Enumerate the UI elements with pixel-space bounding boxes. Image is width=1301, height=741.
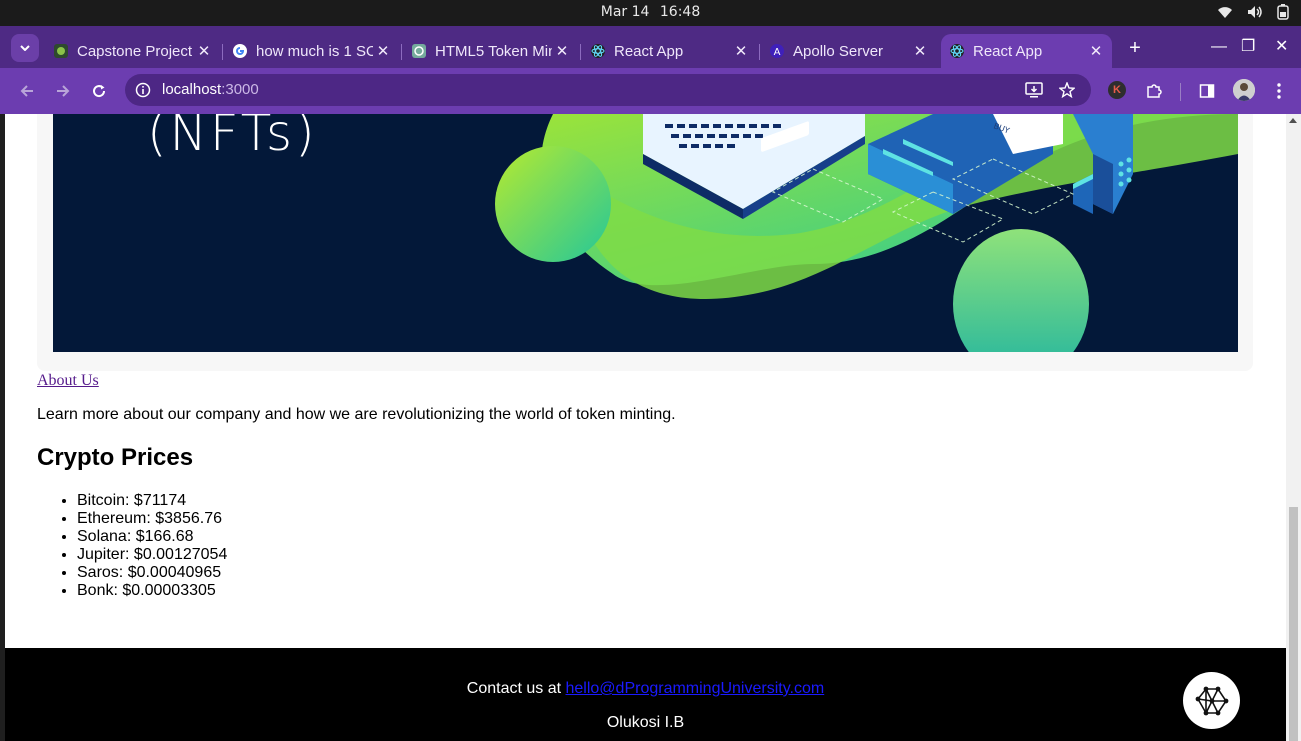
price-item-saros: Saros: $0.00040965: [77, 564, 227, 582]
tab-react-app[interactable]: React App ✕: [582, 34, 757, 68]
footer-contact-prefix: Contact us at: [466, 680, 566, 697]
back-button[interactable]: [16, 80, 38, 102]
price-item-solana: Solana: $166.68: [77, 528, 227, 546]
side-panel-icon: [1199, 84, 1215, 98]
tab-apollo-server[interactable]: A Apollo Server ✕: [761, 34, 936, 68]
tab-title: Capstone Project: [77, 42, 193, 60]
forward-button[interactable]: [52, 80, 74, 102]
os-top-bar: Mar 14 16:48: [0, 0, 1301, 26]
battery-icon: [1277, 4, 1289, 20]
side-panel-button[interactable]: [1196, 80, 1218, 102]
react-icon: [590, 43, 606, 59]
extensions-button[interactable]: [1143, 80, 1165, 102]
page-scrollbar[interactable]: [1286, 114, 1301, 741]
footer-email-link[interactable]: hello@dProgrammingUniversity.com: [566, 680, 825, 697]
browser-menu-button[interactable]: [1268, 80, 1290, 102]
crypto-price-list: Bitcoin: $71174 Ethereum: $3856.76 Solan…: [37, 492, 227, 600]
wifi-icon: [1218, 7, 1232, 18]
price-item-bonk: Bonk: $0.00003305: [77, 582, 227, 600]
price-item-ethereum: Ethereum: $3856.76: [77, 510, 227, 528]
about-us-link[interactable]: About Us: [37, 372, 99, 390]
footer-author: Olukosi I.B: [606, 714, 685, 731]
kebab-menu-icon: [1277, 83, 1281, 99]
tab-google-search[interactable]: how much is 1 SOL ✕: [224, 34, 399, 68]
arrow-right-icon: [57, 85, 70, 97]
install-app-icon[interactable]: [1025, 82, 1043, 103]
tab-close-button[interactable]: ✕: [194, 42, 214, 60]
tab-react-app-active[interactable]: React App ✕: [941, 34, 1112, 68]
reload-button[interactable]: [88, 80, 110, 102]
tab-separator: [580, 44, 581, 60]
extension-k-icon[interactable]: K: [1108, 81, 1126, 99]
crypto-prices-heading: Crypto Prices: [37, 444, 194, 471]
browser-toolbar: localhost:3000 K: [0, 68, 1301, 114]
tab-search-button[interactable]: [11, 34, 39, 62]
tab-capstone-project[interactable]: Capstone Project ✕: [45, 34, 220, 68]
tab-separator: [401, 44, 402, 60]
close-window-button[interactable]: ✕: [1275, 39, 1288, 55]
chevron-down-icon: [20, 45, 30, 51]
tab-title: React App: [973, 42, 1043, 60]
hero-banner-image: BUY (NFTs): [53, 114, 1238, 352]
profile-avatar[interactable]: [1233, 79, 1255, 101]
tab-close-button[interactable]: ✕: [731, 42, 751, 60]
tab-close-button[interactable]: ✕: [1086, 42, 1106, 60]
page-viewport: BUY (NFTs) About Us Learn more about our…: [5, 114, 1286, 741]
clock-date: Mar 14: [600, 4, 650, 20]
hero-title: (NFTs): [147, 114, 318, 162]
volume-icon: [1248, 6, 1262, 18]
network-graph-icon: [1195, 686, 1228, 715]
tab-close-button[interactable]: ✕: [552, 42, 572, 60]
price-item-jupiter: Jupiter: $0.00127054: [77, 546, 227, 564]
scrollbar-thumb[interactable]: [1289, 507, 1298, 741]
footer-contact: Contact us at hello@dProgrammingUniversi…: [5, 680, 1286, 698]
scroll-up-arrow-icon[interactable]: [1289, 118, 1297, 123]
new-tab-button[interactable]: +: [1125, 38, 1145, 58]
minimize-button[interactable]: —: [1211, 39, 1227, 55]
apollo-icon: A: [769, 43, 785, 59]
react-icon: [949, 43, 965, 59]
tab-title: Apollo Server: [793, 42, 884, 60]
price-item-bitcoin: Bitcoin: $71174: [77, 492, 227, 510]
network-graph-button[interactable]: [1183, 672, 1240, 729]
tab-strip: Capstone Project ✕ how much is 1 SOL ✕ H…: [0, 26, 1301, 68]
google-icon: [232, 43, 248, 59]
puzzle-icon: [1147, 84, 1162, 98]
arrow-left-icon: [20, 85, 33, 97]
address-bar[interactable]: localhost:3000: [125, 74, 1091, 106]
clock[interactable]: Mar 14 16:48: [0, 4, 1301, 20]
tab-html5-token[interactable]: HTML5 Token Minting ✕: [403, 34, 578, 68]
tab-close-button[interactable]: ✕: [373, 42, 393, 60]
toolbar-divider: [1180, 83, 1181, 101]
url-port: :3000: [221, 81, 259, 98]
chatgpt-icon: [411, 43, 427, 59]
tab-close-button[interactable]: ✕: [910, 42, 930, 60]
url-host: localhost: [162, 81, 222, 98]
tab-separator: [759, 44, 760, 60]
system-tray[interactable]: [1217, 4, 1289, 20]
tab-separator: [222, 44, 223, 60]
about-description: Learn more about our company and how we …: [37, 406, 676, 423]
url-text[interactable]: localhost:3000: [162, 81, 259, 98]
tab-title: React App: [614, 42, 684, 60]
site-info-icon[interactable]: [135, 82, 151, 103]
tab-title: how much is 1 SOL: [256, 42, 373, 60]
page-footer: Contact us at hello@dProgrammingUniversi…: [5, 648, 1286, 741]
bookmark-star-icon[interactable]: [1058, 81, 1076, 103]
clock-time: 16:48: [659, 4, 701, 20]
maximize-button[interactable]: ❐: [1241, 39, 1255, 55]
svg-text:A: A: [774, 47, 781, 58]
reload-icon: [93, 85, 106, 98]
capstone-icon: [53, 43, 69, 59]
tab-title: HTML5 Token Minting: [435, 42, 552, 60]
